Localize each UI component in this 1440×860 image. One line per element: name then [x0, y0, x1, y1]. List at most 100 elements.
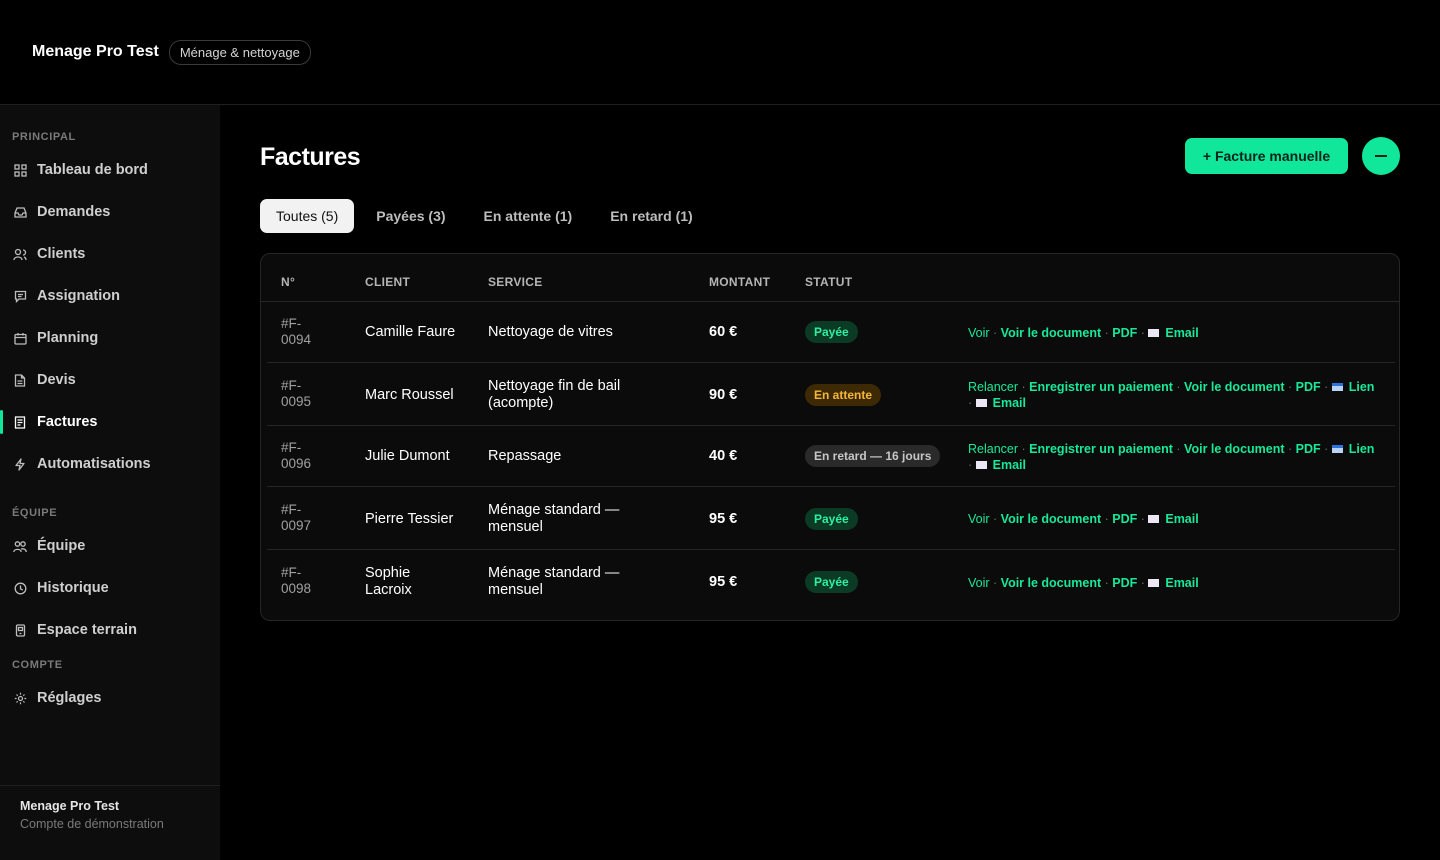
pdf-link[interactable]: PDF: [1112, 512, 1137, 526]
view-document-link[interactable]: Voir le document: [1001, 576, 1101, 590]
sidebar-item-devis[interactable]: Devis: [0, 362, 220, 398]
mobile-icon: [13, 623, 27, 637]
sidebar-item-requests[interactable]: Demandes: [0, 194, 220, 230]
inbox-icon: [13, 205, 27, 219]
email-link[interactable]: Email: [1165, 326, 1198, 340]
sidebar-item-dashboard[interactable]: Tableau de bord: [0, 152, 220, 188]
row-actions: Voir · Voir le document · PDF · Email: [968, 512, 1199, 526]
email-icon: [975, 399, 987, 407]
header-service: SERVICE: [488, 275, 543, 289]
invoice-number: #F- 0097: [281, 502, 312, 533]
email-icon: [975, 461, 987, 469]
row-actions: Relancer · Enregistrer un paiement · Voi…: [968, 380, 1375, 410]
minus-icon: [1375, 155, 1387, 157]
row-actions: Voir · Voir le document · PDF · Email: [968, 326, 1199, 340]
main-content: Factures + Facture manuelle Toutes (5) P…: [220, 105, 1440, 860]
status-badge: Payée: [805, 571, 858, 593]
pdf-link[interactable]: PDF: [1112, 576, 1137, 590]
account-name: Menage Pro Test: [20, 799, 120, 813]
pdf-link[interactable]: PDF: [1296, 442, 1321, 456]
service-name: Ménage standard — mensuel: [488, 502, 620, 535]
amount: 40 €: [709, 448, 738, 464]
amount: 90 €: [709, 387, 738, 403]
gear-icon: [13, 691, 27, 705]
remind-link[interactable]: Relancer: [968, 442, 1018, 456]
sidebar: PRINCIPAL Tableau de bord Demandes Clien…: [0, 105, 220, 860]
sidebar-section-principal: PRINCIPAL: [12, 131, 76, 143]
email-link[interactable]: Email: [993, 458, 1026, 472]
sidebar-item-automatisations[interactable]: Automatisations: [0, 446, 220, 482]
page-title: Factures: [260, 143, 361, 171]
top-bar: Menage Pro Test Ménage & nettoyage: [0, 0, 1440, 105]
document-icon: [13, 373, 27, 387]
pdf-link[interactable]: PDF: [1112, 326, 1137, 340]
new-invoice-button[interactable]: + Facture manuelle: [1185, 138, 1348, 174]
sidebar-item-assignation[interactable]: Assignation: [0, 278, 220, 314]
view-link[interactable]: Voir: [968, 512, 990, 526]
remind-link[interactable]: Relancer: [968, 380, 1018, 394]
status-badge: Payée: [805, 321, 858, 343]
message-icon: [13, 289, 27, 303]
sidebar-item-label: Demandes: [37, 204, 111, 220]
sidebar-item-label: Clients: [37, 246, 86, 262]
view-link[interactable]: Voir: [968, 326, 990, 340]
collapse-button[interactable]: [1362, 137, 1400, 175]
view-link[interactable]: Voir: [968, 576, 990, 590]
email-link[interactable]: Email: [993, 396, 1026, 410]
client-name: Pierre Tessier: [365, 511, 454, 527]
email-link[interactable]: Email: [1165, 576, 1198, 590]
record-payment-link[interactable]: Enregistrer un paiement: [1029, 380, 1173, 394]
email-icon: [1148, 579, 1160, 587]
payment-link[interactable]: Lien: [1349, 442, 1375, 456]
invoice-number: #F- 0096: [281, 440, 312, 471]
view-document-link[interactable]: Voir le document: [1184, 442, 1284, 456]
sidebar-item-espace-terrain[interactable]: Espace terrain: [0, 612, 220, 648]
header-amount: MONTANT: [709, 275, 771, 289]
link-icon: [1331, 383, 1343, 391]
status-badge: Payée: [805, 508, 858, 530]
sidebar-item-label: Tableau de bord: [37, 162, 148, 178]
sidebar-item-clients[interactable]: Clients: [0, 236, 220, 272]
sidebar-account-footer[interactable]: Menage Pro Test Compte de démonstration: [0, 785, 220, 860]
table-row: #F- 0098 Sophie Lacroix Ménage standard — m…: [267, 550, 1395, 620]
sidebar-item-planning[interactable]: Planning: [0, 320, 220, 356]
view-document-link[interactable]: Voir le document: [1184, 380, 1284, 394]
sidebar-item-label: Devis: [37, 372, 76, 388]
amount: 95 €: [709, 511, 738, 527]
sidebar-item-reglages[interactable]: Réglages: [0, 680, 220, 716]
client-name: Camille Faure: [365, 324, 456, 340]
amount: 95 €: [709, 574, 738, 590]
payment-link[interactable]: Lien: [1349, 380, 1375, 394]
pdf-link[interactable]: PDF: [1296, 380, 1321, 394]
filter-tabs: Toutes (5) Payées (3) En attente (1) En …: [260, 199, 715, 233]
amount: 60 €: [709, 324, 738, 340]
service-name: Nettoyage fin de bail (acompte): [488, 378, 621, 411]
header-client: CLIENT: [365, 275, 411, 289]
sidebar-item-historique[interactable]: Historique: [0, 570, 220, 606]
sidebar-item-label: Factures: [37, 414, 98, 430]
service-name: Ménage standard — mensuel: [488, 565, 620, 598]
tab-pending[interactable]: En attente (1): [468, 199, 589, 233]
tab-paid[interactable]: Payées (3): [360, 199, 461, 233]
sidebar-item-factures[interactable]: Factures: [0, 404, 220, 440]
team-icon: [13, 539, 27, 553]
tab-all[interactable]: Toutes (5): [260, 199, 355, 233]
table-row: #F- 0094 Camille Faure Nettoyage de vitre…: [267, 302, 1395, 363]
tab-late[interactable]: En retard (1): [594, 199, 708, 233]
view-document-link[interactable]: Voir le document: [1001, 512, 1101, 526]
sidebar-item-label: Assignation: [37, 288, 120, 304]
sidebar-item-equipe[interactable]: Équipe: [0, 528, 220, 564]
email-link[interactable]: Email: [1165, 512, 1198, 526]
account-subtitle: Compte de démonstration: [20, 817, 164, 831]
invoice-icon: [13, 415, 27, 429]
record-payment-link[interactable]: Enregistrer un paiement: [1029, 442, 1173, 456]
row-actions: Voir · Voir le document · PDF · Email: [968, 576, 1199, 590]
lightning-icon: [13, 457, 27, 471]
view-document-link[interactable]: Voir le document: [1001, 326, 1101, 340]
users-icon: [13, 247, 27, 261]
sidebar-item-label: Automatisations: [37, 456, 151, 472]
sidebar-item-label: Équipe: [37, 538, 86, 554]
sidebar-item-label: Planning: [37, 330, 99, 346]
status-badge: En attente: [805, 384, 882, 406]
app-category-tag: Ménage & nettoyage: [168, 39, 311, 65]
